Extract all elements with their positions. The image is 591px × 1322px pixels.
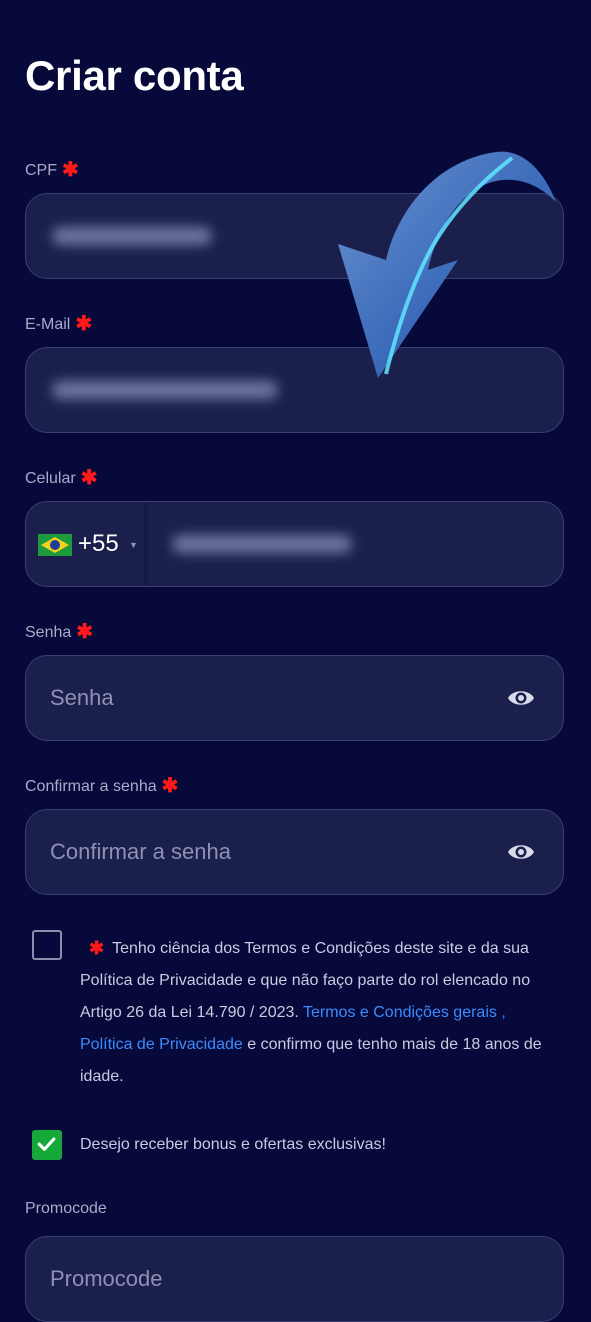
required-asterisk: ✱ — [62, 159, 79, 181]
bonus-checkbox[interactable] — [32, 1130, 62, 1160]
eye-icon[interactable] — [507, 685, 535, 711]
required-asterisk: ✱ — [75, 313, 93, 335]
checkmark-icon — [37, 1137, 56, 1151]
eye-icon[interactable] — [507, 839, 535, 865]
promocode-placeholder: Promocode — [50, 1266, 163, 1291]
blurred-cpf-value — [52, 227, 212, 245]
required-asterisk: ✱ — [161, 775, 179, 797]
phone-field[interactable]: +55 ▼ — [25, 501, 564, 587]
promocode-field[interactable]: Promocode — [25, 1236, 564, 1322]
chevron-down-icon: ▼ — [129, 540, 138, 550]
required-asterisk: ✱ — [89, 938, 105, 958]
required-asterisk: ✱ — [80, 467, 98, 489]
terms-text: ✱ Tenho ciência dos Termos e Condições de… — [80, 938, 542, 1085]
phone-divider — [144, 502, 148, 586]
blurred-email-value — [52, 381, 278, 399]
phone-label: Celular ✱ — [25, 467, 98, 489]
confirm-password-field[interactable]: Confirmar a senha — [25, 809, 564, 895]
confirm-password-label: Confirmar a senha ✱ — [25, 775, 179, 797]
terms-link[interactable]: Termos e Condições gerais — [303, 1004, 497, 1021]
promocode-label: Promocode — [25, 1200, 107, 1217]
bonus-label: Desejo receber bonus e ofertas exclusiva… — [80, 1136, 386, 1153]
password-label: Senha ✱ — [25, 621, 94, 643]
page-title: Criar conta — [25, 52, 244, 99]
arrow-overlay-icon — [338, 151, 556, 378]
country-code: +55 — [78, 530, 119, 557]
brazil-flag-icon — [38, 534, 72, 556]
blurred-phone-value — [172, 535, 352, 553]
privacy-link[interactable]: Política de Privacidade — [80, 1036, 243, 1053]
password-field[interactable]: Senha — [25, 655, 564, 741]
email-label: E-Mail ✱ — [25, 313, 93, 335]
terms-checkbox[interactable] — [32, 930, 62, 960]
cpf-label: CPF ✱ — [25, 159, 79, 181]
required-asterisk: ✱ — [76, 621, 94, 643]
confirm-password-placeholder: Confirmar a senha — [50, 839, 231, 864]
password-placeholder: Senha — [50, 685, 114, 710]
